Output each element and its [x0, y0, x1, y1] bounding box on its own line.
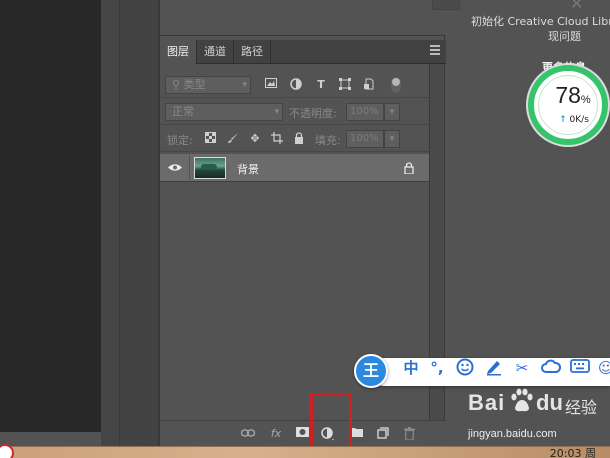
lock-transparent-icon[interactable] — [203, 132, 217, 146]
canvas-scrollbar[interactable] — [101, 0, 119, 446]
opacity-dropdown-icon[interactable]: ▾ — [384, 103, 400, 121]
layers-bottom-toolbar: fx — [160, 420, 446, 446]
creative-cloud-message: 初始化 Creative Cloud Libr — [471, 15, 610, 28]
tab-channels[interactable]: 通道 — [197, 40, 234, 64]
keyboard-icon[interactable] — [569, 358, 591, 378]
lock-brush-icon[interactable] — [226, 132, 240, 146]
top-scrollbar[interactable] — [432, 0, 446, 10]
image-filter-icon[interactable] — [264, 78, 278, 92]
tools-icon[interactable]: ✂ — [511, 358, 533, 378]
opacity-label: 不透明度: — [289, 107, 337, 120]
fill-input[interactable]: 100% — [346, 130, 384, 148]
filter-kind-label: 类型 — [183, 78, 206, 91]
new-layer-icon[interactable] — [375, 427, 391, 441]
lock-move-icon[interactable]: ✥ — [248, 132, 262, 146]
filter-row: ⚲ 类型 ▾ T — [160, 72, 430, 98]
type-filter-icon[interactable]: T — [314, 78, 328, 92]
add-mask-icon[interactable] — [294, 427, 310, 441]
watermark-jingyan: 经验 — [565, 398, 598, 417]
blend-mode-value: 正常 — [172, 105, 194, 118]
shape-filter-icon[interactable] — [338, 78, 352, 92]
link-layers-icon[interactable] — [240, 427, 256, 441]
layer-thumbnail — [194, 157, 226, 179]
ime-mode[interactable]: 中 — [400, 358, 422, 378]
visibility-eye-icon[interactable] — [167, 161, 183, 175]
network-speed-widget[interactable]: 78% ↑ 0K/s — [528, 65, 608, 145]
cloud-icon[interactable] — [540, 358, 562, 378]
baidu-watermark: Bai du 经验 jingyan.baidu.com — [464, 384, 610, 446]
upload-speed: ↑ 0K/s — [559, 115, 589, 125]
watermark-bai: Bai — [468, 390, 506, 415]
creative-cloud-message-2: 现问题 — [548, 30, 581, 43]
ime-toolbar: 王 中 °, ✂ ☺ — [354, 354, 610, 388]
layer-name: 背景 — [237, 163, 259, 176]
chevron-down-icon: ▾ — [274, 107, 279, 117]
clock: 20:03 周 — [549, 447, 596, 458]
tab-layers[interactable]: 图层 — [160, 40, 197, 64]
arrow-up-icon: ↑ — [559, 115, 567, 125]
baidu-paw-icon — [509, 388, 533, 414]
handwriting-icon[interactable] — [483, 358, 505, 378]
panel-menu-icon[interactable] — [430, 45, 440, 57]
lock-artboard-icon[interactable] — [270, 132, 284, 146]
layer-lock-icon — [404, 162, 414, 174]
blend-row: 正常 ▾ 不透明度: 100% ▾ — [160, 99, 430, 125]
panel-top-area — [160, 0, 446, 36]
chevron-down-icon: ▾ — [242, 80, 247, 90]
emoji-icon[interactable] — [454, 358, 476, 378]
taskbar: 20:03 周 — [0, 444, 610, 458]
lock-row: 锁定: ✥ 填充: 100% ▾ — [160, 126, 430, 152]
canvas-area — [0, 0, 101, 432]
filter-toggle[interactable] — [391, 77, 401, 93]
panel-tabs: 图层 通道 路径 — [160, 40, 446, 64]
adjustment-filter-icon[interactable] — [289, 78, 303, 92]
start-button[interactable] — [0, 444, 14, 458]
fill-dropdown-icon[interactable]: ▾ — [384, 130, 400, 148]
fx-icon[interactable]: fx — [268, 427, 284, 441]
highlight-box — [310, 393, 352, 452]
settings-icon[interactable]: ☺ — [598, 358, 610, 378]
close-icon[interactable]: ✕ — [570, 0, 583, 13]
watermark-url: jingyan.baidu.com — [468, 428, 557, 440]
watermark-du: du — [536, 390, 563, 415]
layer-row-background[interactable]: 背景 — [160, 154, 430, 182]
opacity-input[interactable]: 100% — [346, 103, 384, 121]
fill-label: 填充: — [315, 134, 341, 147]
lock-all-icon[interactable] — [292, 132, 306, 146]
delete-icon[interactable] — [401, 427, 417, 441]
collapsed-panel-strip — [119, 0, 160, 446]
lock-label: 锁定: — [167, 134, 193, 147]
punctuation-icon[interactable]: °, — [426, 358, 448, 378]
search-icon: ⚲ — [172, 78, 184, 91]
filter-kind-select[interactable]: ⚲ 类型 ▾ — [165, 76, 251, 94]
ime-logo[interactable]: 王 — [354, 354, 388, 388]
memory-percent: 78% — [555, 82, 591, 108]
smart-object-filter-icon[interactable] — [362, 78, 376, 92]
blend-mode-select[interactable]: 正常 ▾ — [165, 103, 283, 121]
tab-paths[interactable]: 路径 — [234, 40, 271, 64]
